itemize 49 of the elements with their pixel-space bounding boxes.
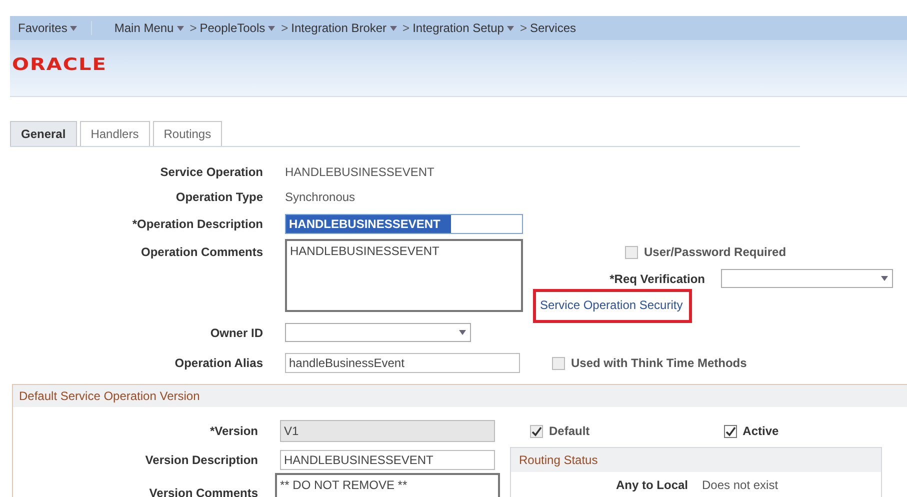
dropdown[interactable] (285, 323, 471, 342)
breadcrumb-link[interactable]: Integration Broker (291, 21, 397, 35)
breadcrumb-link[interactable]: Integration Setup (412, 21, 514, 35)
field-label: *Operation Description (131, 217, 264, 231)
text-area[interactable]: HANDLEBUSINESSEVENT (285, 239, 523, 312)
caret-icon (70, 26, 78, 30)
field-value: Does not exist (702, 478, 778, 492)
link[interactable]: Service Operation Security (533, 288, 692, 322)
breadcrumb-link[interactable]: Main Menu (114, 21, 184, 35)
breadcrumb-separator: > (402, 21, 410, 35)
breadcrumb-separator: > (520, 21, 527, 35)
checkmark-icon (724, 426, 736, 436)
breadcrumb-link[interactable]: Services (530, 21, 576, 35)
section-title: Default Service Operation Version (13, 385, 907, 407)
field-label: Owner ID (209, 326, 264, 340)
caret-icon (176, 26, 184, 30)
field-label: *Version (208, 424, 259, 438)
caret-icon (268, 26, 276, 30)
breadcrumb-link[interactable]: Favorites (18, 21, 92, 35)
field-label: *Req Verification (608, 272, 706, 286)
field-label: Operation Comments (140, 244, 264, 259)
field-label: Any to Local (616, 478, 688, 492)
tab[interactable]: Routings (152, 121, 222, 146)
caret-icon (459, 330, 466, 335)
input-field[interactable]: V1 (280, 420, 495, 442)
logo: ORACLE (12, 54, 107, 74)
field-label: Operation Alias (174, 356, 264, 370)
panel-title: Routing Status (511, 448, 881, 472)
field-value: HANDLEBUSINESSEVENT (284, 164, 436, 178)
breadcrumb-separator: > (190, 21, 197, 35)
breadcrumb-separator: > (281, 21, 288, 35)
field-label: Version Description (144, 453, 259, 467)
caret-icon (506, 26, 514, 30)
input-field[interactable]: handleBusinessEvent (285, 353, 520, 373)
checkmark-icon (531, 426, 542, 436)
caret-icon (881, 276, 888, 281)
field-label: Version Comments (148, 486, 259, 497)
caret-icon (390, 26, 397, 30)
input-field[interactable]: HANDLEBUSINESSEVENT (285, 214, 523, 234)
tab[interactable]: General (10, 121, 77, 146)
field-label: Service Operation (159, 164, 264, 178)
field-label: Operation Type (174, 190, 264, 204)
field-value: Synchronous (284, 190, 356, 204)
breadcrumb-link[interactable]: PeopleTools (200, 21, 276, 35)
text-area[interactable]: ** DO NOT REMOVE ** (275, 473, 500, 497)
checkbox[interactable]: Active (724, 424, 779, 438)
input-field[interactable]: HANDLEBUSINESSEVENT (280, 450, 495, 470)
tab[interactable]: Handlers (80, 121, 150, 146)
dropdown[interactable] (721, 269, 893, 288)
